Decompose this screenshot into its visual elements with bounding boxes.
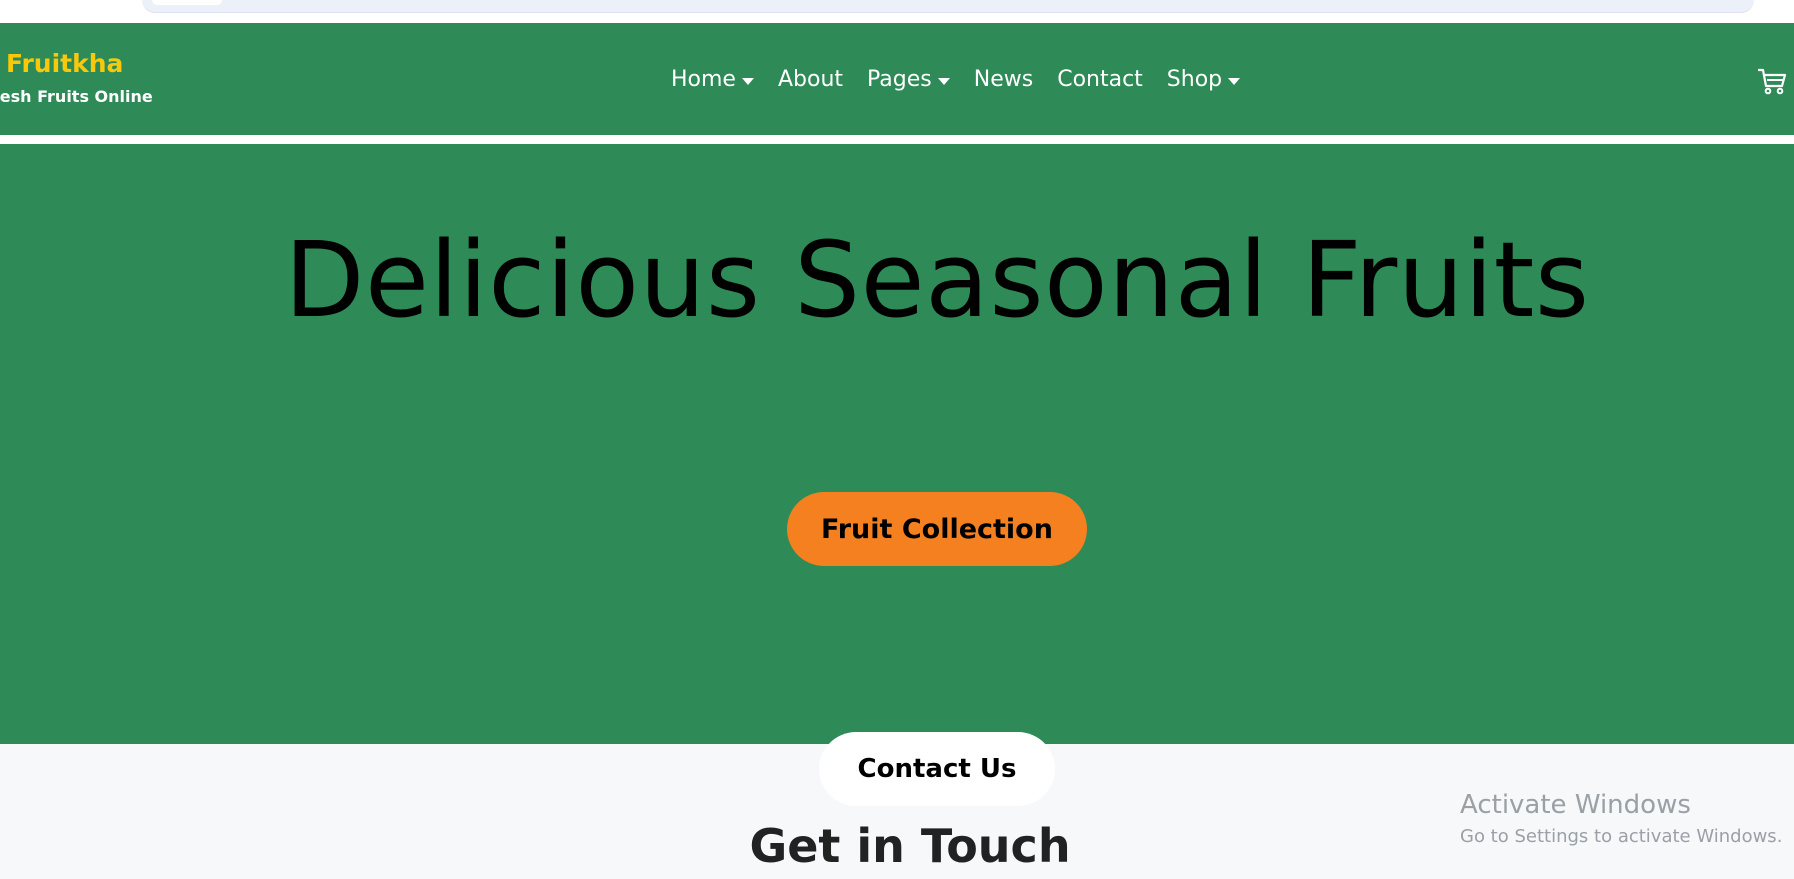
nav-item-home[interactable]: Home — [671, 65, 754, 95]
nav-item-about[interactable]: About — [778, 65, 843, 95]
shopping-cart-icon[interactable] — [1756, 65, 1788, 97]
brand-tagline: Fresh Fruits Online — [0, 87, 153, 106]
nav-item-label: Shop — [1166, 67, 1223, 92]
browser-top-strip — [0, 0, 1794, 23]
nav-item-label: About — [777, 67, 844, 92]
nav-item-contact[interactable]: Contact — [1057, 65, 1143, 95]
address-bar-chip — [152, 0, 222, 5]
nav-item-label: Pages — [867, 67, 932, 92]
page: Fruitkha Fresh Fruits Online Home About … — [0, 0, 1794, 879]
nav-item-label: Contact — [1057, 67, 1143, 92]
chevron-down-icon — [1228, 77, 1241, 85]
chevron-down-icon — [937, 77, 950, 85]
watermark-subtitle: Go to Settings to activate Windows. — [1460, 826, 1783, 847]
nav-divider — [0, 135, 1794, 144]
contact-us-button[interactable]: Contact Us — [819, 732, 1055, 806]
nav-item-news[interactable]: News — [974, 65, 1033, 95]
navbar: Fruitkha Fresh Fruits Online Home About … — [0, 23, 1794, 135]
nav-item-pages[interactable]: Pages — [867, 65, 950, 95]
windows-activation-watermark: Activate Windows Go to Settings to activ… — [1460, 789, 1782, 849]
watermark-title: Activate Windows — [1460, 790, 1691, 820]
brand-logo[interactable]: Fruitkha Fresh Fruits Online — [0, 50, 153, 107]
nav-item-label: Home — [671, 67, 736, 92]
hero-title: Delicious Seasonal Fruits — [284, 219, 1590, 341]
nav-item-shop[interactable]: Shop — [1166, 65, 1241, 95]
main-nav: Home About Pages News Contact Shop — [671, 65, 1264, 95]
fruit-collection-button[interactable]: Fruit Collection — [787, 492, 1087, 566]
address-bar[interactable] — [142, 0, 1754, 13]
hero-section: Delicious Seasonal Fruits Fruit Collecti… — [0, 144, 1794, 744]
brand-name: Fruitkha — [6, 49, 124, 78]
chevron-down-icon — [741, 77, 754, 85]
nav-item-label: News — [973, 67, 1034, 92]
